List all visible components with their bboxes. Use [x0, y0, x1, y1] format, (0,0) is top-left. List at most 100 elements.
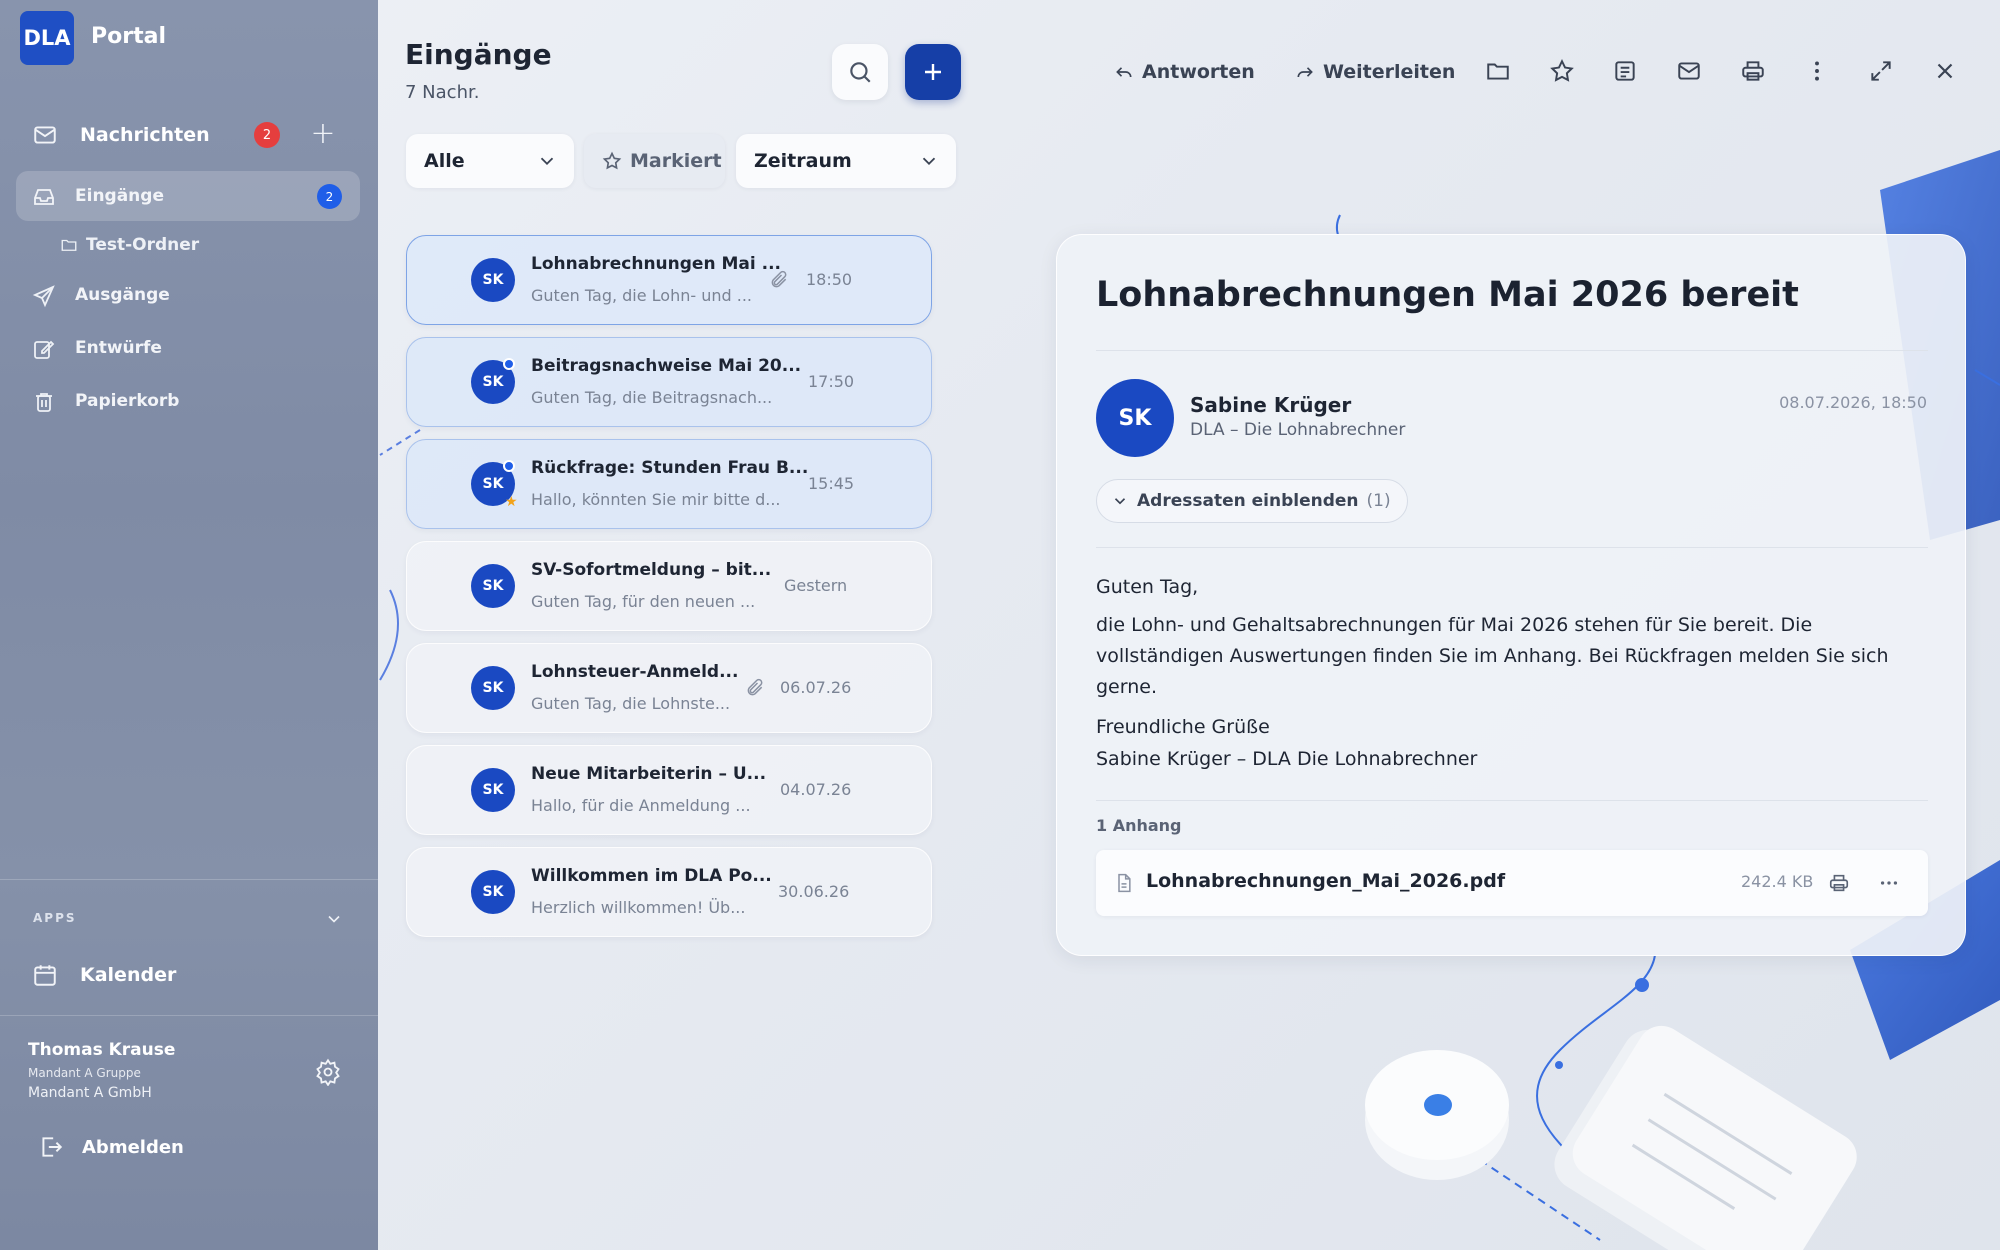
message-list-item[interactable]: SK SV-Sofortmeldung – bit... Guten Tag, …: [406, 541, 932, 631]
message-closing: Freundliche Grüße: [1096, 716, 1270, 738]
message-preview: Herzlich willkommen! Üb...: [531, 898, 746, 917]
message-list-item[interactable]: SK Neue Mitarbeiterin – U... Hallo, für …: [406, 745, 932, 835]
more-vertical-icon[interactable]: [1804, 58, 1830, 84]
note-icon[interactable]: [1612, 58, 1638, 84]
chevron-down-icon[interactable]: [324, 909, 344, 929]
plus-icon: [925, 64, 941, 80]
paperclip-icon: [771, 270, 787, 288]
sidebar-item-label: Entwürfe: [75, 338, 162, 358]
period-filter-value: Zeitraum: [754, 150, 852, 172]
send-icon: [32, 285, 55, 308]
attachment-name: Lohnabrechnungen_Mai_2026.pdf: [1146, 870, 1506, 892]
forward-button[interactable]: Weiterleiten: [1295, 56, 1455, 88]
message-subject: Lohnabrechnungen Mai ...: [531, 254, 781, 274]
message-list-item[interactable]: SK Lohnsteuer-Anmeld... Guten Tag, die L…: [406, 643, 932, 733]
message-time: Gestern: [784, 576, 848, 595]
app-item-label: Kalender: [80, 964, 177, 986]
reply-button[interactable]: Antworten: [1114, 56, 1255, 88]
message-date: 08.07.2026, 18:50: [1779, 393, 1927, 412]
sidebar-item-ausgaenge[interactable]: Ausgänge: [16, 270, 360, 320]
new-message-button[interactable]: [905, 44, 961, 100]
message-preview: Guten Tag, die Lohn- und ...: [531, 286, 753, 305]
message-time: 17:50: [808, 372, 855, 391]
sidebar-item-papierkorb[interactable]: Papierkorb: [16, 376, 360, 426]
status-filter-value: Alle: [424, 150, 465, 172]
app-item-kalender[interactable]: Kalender: [32, 960, 176, 990]
mail-unread-icon[interactable]: [1676, 58, 1702, 84]
search-icon: [850, 62, 871, 83]
status-filter-select[interactable]: Alle: [406, 134, 574, 188]
star-icon[interactable]: [1549, 58, 1575, 84]
marked-filter-label: Markiert: [630, 150, 722, 172]
print-icon[interactable]: [1828, 872, 1850, 894]
recipients-label: Adressaten einblenden: [1137, 491, 1359, 511]
star-icon: [602, 151, 622, 170]
message-subject: SV-Sofortmeldung – bit...: [531, 560, 772, 580]
star-icon: ★: [505, 494, 518, 510]
user-company: Mandant A GmbH: [28, 1085, 152, 1101]
show-recipients-button[interactable]: Adressaten einblenden (1): [1096, 479, 1408, 523]
message-time: 15:45: [808, 474, 855, 493]
sidebar: DLA Portal Nachrichten 2 + Eingänge 2 Te…: [0, 0, 378, 1250]
logout-button[interactable]: Abmelden: [38, 1133, 184, 1161]
message-time: 06.07.26: [780, 678, 852, 697]
message-body-text: die Lohn- und Gehaltsabrechnungen für Ma…: [1096, 614, 1889, 698]
reading-pane: Lohnabrechnungen Mai 2026 bereit SK Sabi…: [1056, 234, 1966, 956]
search-button[interactable]: [832, 44, 888, 100]
message-list-item[interactable]: SK Willkommen im DLA Po... Herzlich will…: [406, 847, 932, 937]
reply-icon: [1116, 67, 1132, 78]
sender-avatar: SK: [1096, 379, 1174, 457]
app-logo[interactable]: DLA: [20, 11, 74, 65]
chevron-down-icon: [922, 157, 936, 166]
message-list-item[interactable]: SK ★ Rückfrage: Stunden Frau B... Hallo,…: [406, 439, 932, 529]
nav-messages[interactable]: Nachrichten 2 +: [32, 119, 352, 150]
divider: [1096, 547, 1928, 548]
divider: [1096, 350, 1928, 351]
message-signature: Sabine Krüger – DLA Die Lohnabrechner: [1096, 748, 1478, 770]
sidebar-item-entwuerfe[interactable]: Entwürfe: [16, 323, 360, 373]
sidebar-item-eingaenge[interactable]: Eingänge 2: [16, 171, 360, 221]
expand-icon[interactable]: [1868, 58, 1894, 84]
sidebar-item-test-ordner[interactable]: Test-Ordner: [60, 232, 199, 258]
message-preview: Guten Tag, für den neuen ...: [531, 592, 756, 611]
inbox-icon: [34, 189, 54, 205]
reply-label: Antworten: [1142, 61, 1255, 83]
attachment-item[interactable]: Lohnabrechnungen_Mai_2026.pdf 242.4 KB: [1096, 850, 1928, 916]
edit-icon: [34, 340, 55, 359]
calendar-icon: [34, 965, 56, 986]
avatar: SK: [471, 768, 515, 812]
message-list-item[interactable]: SK Beitragsnachweise Mai 20... Guten Tag…: [406, 337, 932, 427]
period-filter-select[interactable]: Zeitraum: [736, 134, 956, 188]
inbox-badge: 2: [317, 184, 342, 209]
attachments-heading: 1 Anhang: [1096, 816, 1182, 835]
chevron-down-icon: [540, 157, 554, 166]
add-message-button[interactable]: +: [308, 119, 338, 150]
close-icon[interactable]: [1932, 58, 1958, 84]
forward-icon: [1297, 67, 1313, 78]
message-preview: Guten Tag, die Beitragsnach...: [531, 388, 773, 407]
brand-name: Portal: [91, 24, 166, 49]
apps-heading: APPS: [33, 911, 77, 925]
print-icon[interactable]: [1740, 58, 1766, 84]
logout-icon: [42, 1137, 63, 1157]
folder-icon: [61, 239, 77, 251]
message-preview: Hallo, für die Anmeldung ...: [531, 796, 751, 815]
sidebar-item-label: Eingänge: [75, 186, 164, 206]
mail-icon: [34, 126, 56, 144]
avatar: SK: [471, 666, 515, 710]
message-list-item[interactable]: SK Lohnabrechnungen Mai ... Guten Tag, d…: [406, 235, 932, 325]
message-time: 30.06.26: [778, 882, 850, 901]
message-subject: Neue Mitarbeiterin – U...: [531, 764, 767, 784]
messages-badge: 2: [254, 122, 280, 148]
marked-filter-button[interactable]: Markiert: [584, 134, 725, 188]
page-title: Eingänge: [405, 38, 552, 71]
message-preview: Hallo, könnten Sie mir bitte d...: [531, 490, 781, 509]
logout-label: Abmelden: [82, 1136, 184, 1158]
gear-icon[interactable]: [314, 1058, 342, 1086]
user-group: Mandant A Gruppe: [28, 1066, 141, 1080]
avatar: SK: [471, 564, 515, 608]
folder-move-icon[interactable]: [1485, 58, 1511, 84]
message-time: 04.07.26: [780, 780, 852, 799]
more-horizontal-icon[interactable]: [1878, 872, 1900, 894]
message-preview: Guten Tag, die Lohnste...: [531, 694, 731, 713]
